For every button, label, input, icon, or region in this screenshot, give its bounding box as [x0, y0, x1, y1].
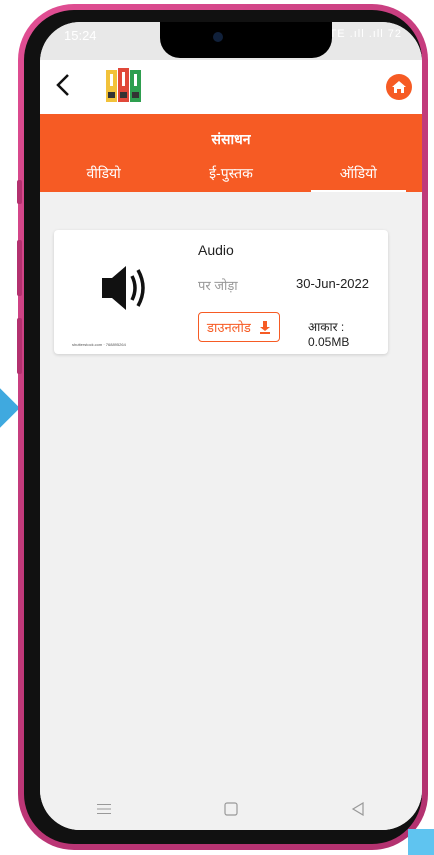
side-button — [17, 180, 22, 204]
system-nav-bar — [40, 788, 422, 830]
download-button[interactable]: डाउनलोड — [198, 312, 280, 342]
home-icon — [392, 81, 406, 93]
tab-bar: वीडियो ई-पुस्तक ऑडियो — [40, 160, 422, 192]
books-logo-icon — [102, 66, 146, 108]
back-button[interactable] — [52, 72, 78, 102]
tab-audio[interactable]: ऑडियो — [295, 160, 422, 192]
tab-ebook[interactable]: ई-पुस्तक — [167, 160, 294, 192]
speaker-icon — [102, 266, 145, 310]
chevron-left-icon — [56, 74, 69, 96]
recent-apps-button[interactable] — [89, 799, 119, 819]
file-size: आकार : 0.05MB — [308, 320, 350, 349]
triangle-back-icon — [352, 802, 364, 816]
camera-icon — [213, 32, 223, 42]
decorative-chevron — [0, 388, 20, 428]
stage: 15:24 Vo LTE .ıll .ıll 72 संसाधन वीडियो … — [0, 0, 434, 855]
square-icon — [224, 802, 238, 816]
back-nav-button[interactable] — [343, 799, 373, 819]
content-area: shutterstock.com · 768895264 Audio पर जो… — [40, 192, 422, 792]
audio-thumbnail: shutterstock.com · 768895264 — [62, 238, 182, 347]
side-button — [17, 318, 22, 374]
audio-card[interactable]: shutterstock.com · 768895264 Audio पर जो… — [54, 230, 388, 354]
download-label: डाउनलोड — [207, 320, 251, 335]
home-nav-button[interactable] — [216, 799, 246, 819]
added-date: 30-Jun-2022 — [296, 276, 369, 291]
home-button[interactable] — [386, 74, 412, 100]
page-title: संसाधन — [211, 131, 251, 147]
added-label: पर जोड़ा — [198, 278, 238, 293]
screen: 15:24 Vo LTE .ıll .ıll 72 संसाधन वीडियो … — [40, 22, 422, 830]
download-icon — [259, 321, 270, 334]
menu-lines-icon — [96, 804, 111, 814]
decorative-strip — [408, 829, 434, 855]
app-bar — [40, 60, 422, 114]
side-button — [17, 240, 22, 296]
status-time: 15:24 — [64, 28, 97, 43]
thumbnail-caption: shutterstock.com · 768895264 — [72, 342, 126, 347]
notch — [160, 22, 332, 58]
resources-header: संसाधन वीडियो ई-पुस्तक ऑडियो — [40, 114, 422, 192]
item-title: Audio — [198, 242, 234, 258]
tab-video[interactable]: वीडियो — [40, 160, 167, 192]
